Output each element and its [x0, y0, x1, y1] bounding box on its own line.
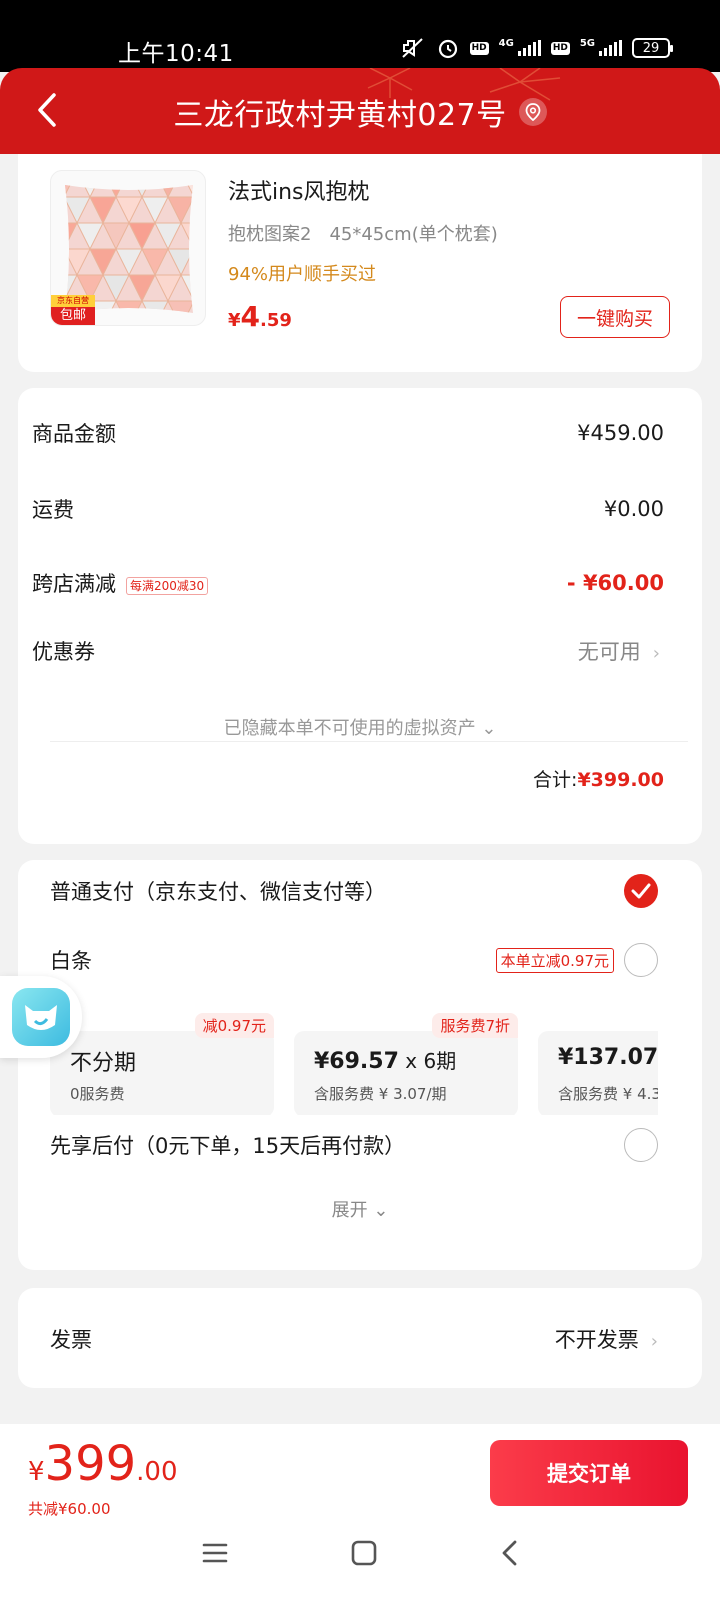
order-total: 合计:¥399.00 — [533, 765, 664, 792]
status-time: 上午10:41 — [118, 41, 234, 67]
system-nav-bar — [0, 1510, 720, 1600]
invoice-row[interactable]: 发票 不开发票 › — [50, 1324, 658, 1354]
badge-bottom-text: 包邮 — [59, 308, 86, 323]
baitiao-discount-tag: 本单立减0.97元 — [495, 947, 614, 973]
chevron-down-icon: ⌄ — [367, 1200, 389, 1221]
floating-assistant-button[interactable] — [0, 976, 82, 1058]
plan-tag: 减0.97元 — [194, 1013, 274, 1038]
badge-top-text: 京东自营 — [51, 295, 95, 307]
baitiao-label: 白条 — [50, 949, 92, 973]
hidden-assets-toggle[interactable]: 已隐藏本单不可使用的虚拟资产 ⌄ — [0, 714, 720, 740]
chevron-right-icon: › — [650, 1331, 658, 1352]
final-price-decimal: .00 — [136, 1457, 178, 1487]
mute-icon — [400, 37, 426, 59]
one-click-buy-button[interactable]: 一键购买 — [560, 296, 670, 338]
plan-main: ¥137.07 x — [558, 1045, 658, 1070]
address-text: 三龙行政村尹黄村027号 — [173, 98, 507, 133]
alarm-icon — [436, 36, 460, 60]
price-integer: 4 — [240, 300, 261, 333]
assistant-icon — [12, 988, 70, 1046]
shipping-label: 运费 — [32, 498, 74, 522]
price-currency: ¥ — [228, 310, 241, 331]
network-label-1: 4G — [498, 37, 514, 49]
hd-icon: HD — [550, 41, 570, 55]
status-icons: HD 4G HD 5G 29 — [400, 36, 673, 60]
installment-plan-12[interactable]: ¥137.07 x 含服务费 ¥ 4.3 — [538, 1031, 658, 1115]
expand-text: 展开 — [331, 1200, 368, 1221]
final-price-integer: 399 — [44, 1436, 137, 1492]
plan-sub: 含服务费 ¥ 4.3 — [558, 1085, 658, 1103]
discount-label: 跨店满减 — [32, 572, 116, 596]
discount-row: 跨店满减 每满200减30 - ¥60.00 — [32, 568, 664, 598]
plan-times: x — [398, 1049, 424, 1073]
product-price: ¥4.59 — [228, 300, 292, 333]
plan-main: ¥69.57 x 6期 — [314, 1045, 456, 1074]
invoice-value: 不开发票 — [554, 1328, 639, 1352]
chevron-down-icon: ⌄ — [481, 718, 497, 739]
installment-plans: 减0.97元 不分期 0服务费 服务费7折 ¥69.57 x 6期 含服务费 ¥… — [50, 1005, 658, 1115]
goods-amount-value: ¥459.00 — [577, 421, 664, 445]
status-bar: 上午10:41 HD 4G HD 5G 29 — [0, 0, 720, 72]
submit-order-button[interactable]: 提交订单 — [490, 1440, 688, 1506]
final-price: ¥399.00 — [28, 1436, 178, 1492]
jd-shipping-badge: 京东自营 包邮 — [51, 295, 95, 325]
installment-plan-6[interactable]: 服务费7折 ¥69.57 x 6期 含服务费 ¥ 3.07/期 — [294, 1013, 518, 1115]
home-icon[interactable] — [350, 1539, 378, 1571]
coupon-value: 无可用 — [577, 640, 641, 664]
pay-later-radio[interactable] — [624, 1128, 658, 1162]
discount-value: - ¥60.00 — [566, 571, 664, 595]
menu-icon[interactable] — [201, 1541, 229, 1569]
baitiao-radio[interactable] — [624, 943, 658, 977]
shipping-row: 运费 ¥0.00 — [32, 494, 664, 524]
goods-amount-row: 商品金额 ¥459.00 — [32, 418, 664, 448]
network-label-2: 5G — [579, 37, 595, 49]
pay-later-label: 先享后付（0元下单，15天后再付款） — [50, 1134, 406, 1158]
invoice-label: 发票 — [50, 1328, 92, 1352]
expand-payment-toggle[interactable]: 展开 ⌄ — [0, 1196, 720, 1222]
payment-normal-label: 普通支付（京东支付、微信支付等） — [50, 880, 386, 904]
payment-option-baitiao[interactable]: 白条 本单立减0.97元 — [50, 943, 658, 977]
address-selector[interactable]: 三龙行政村尹黄村027号 — [0, 90, 720, 134]
plan-sub: 含服务费 ¥ 3.07/期 — [314, 1085, 447, 1103]
final-price-currency: ¥ — [28, 1457, 45, 1487]
chevron-right-icon: › — [652, 643, 660, 664]
plan-term: 6期 — [423, 1049, 457, 1073]
plan-tag: 服务费7折 — [432, 1013, 518, 1038]
plan-amount: ¥69.57 — [314, 1049, 399, 1074]
bottom-checkout-bar: ¥399.00 共减¥60.00 提交订单 — [0, 1424, 720, 1600]
payment-option-normal[interactable]: 普通支付（京东支付、微信支付等） — [50, 874, 658, 908]
plan-amount: ¥137.07 — [558, 1045, 658, 1070]
total-value: ¥399.00 — [577, 769, 664, 791]
shipping-value: ¥0.00 — [603, 497, 664, 521]
signal-icon — [599, 40, 622, 56]
product-title: 法式ins风抱枕 — [228, 180, 370, 205]
total-label: 合计: — [533, 769, 578, 791]
nav-back-icon[interactable] — [499, 1539, 519, 1571]
check-icon[interactable] — [624, 874, 658, 908]
product-card: 京东自营 包邮 法式ins风抱枕 抱枕图案2 45*45cm(单个枕套) 94%用… — [18, 154, 702, 372]
divider — [50, 741, 688, 742]
spec-pattern: 抱枕图案2 — [228, 224, 312, 245]
plan-sub: 0服务费 — [70, 1085, 125, 1103]
location-icon — [518, 98, 547, 126]
discount-rule-tag: 每满200减30 — [126, 576, 209, 595]
product-spec: 抱枕图案2 45*45cm(单个枕套) — [228, 220, 498, 246]
coupon-row[interactable]: 优惠券 无可用 › — [32, 636, 660, 666]
spec-size: 45*45cm(单个枕套) — [329, 224, 498, 245]
signal-icon — [517, 40, 541, 56]
plan-main: 不分期 — [70, 1051, 137, 1076]
hd-icon: HD — [469, 41, 489, 55]
goods-amount-label: 商品金额 — [32, 422, 116, 446]
battery-icon: 29 — [632, 38, 673, 58]
page-header: 三龙行政村尹黄村027号 — [0, 68, 720, 154]
product-image[interactable]: 京东自营 包邮 — [50, 170, 206, 326]
payment-option-pay-later[interactable]: 先享后付（0元下单，15天后再付款） — [50, 1128, 658, 1162]
coupon-label: 优惠券 — [32, 640, 95, 664]
installment-plan-none[interactable]: 减0.97元 不分期 0服务费 — [50, 1013, 274, 1115]
sales-note: 94%用户顺手买过 — [228, 264, 377, 285]
hidden-assets-text: 已隐藏本单不可使用的虚拟资产 — [223, 718, 476, 739]
price-decimal: .59 — [260, 310, 292, 331]
